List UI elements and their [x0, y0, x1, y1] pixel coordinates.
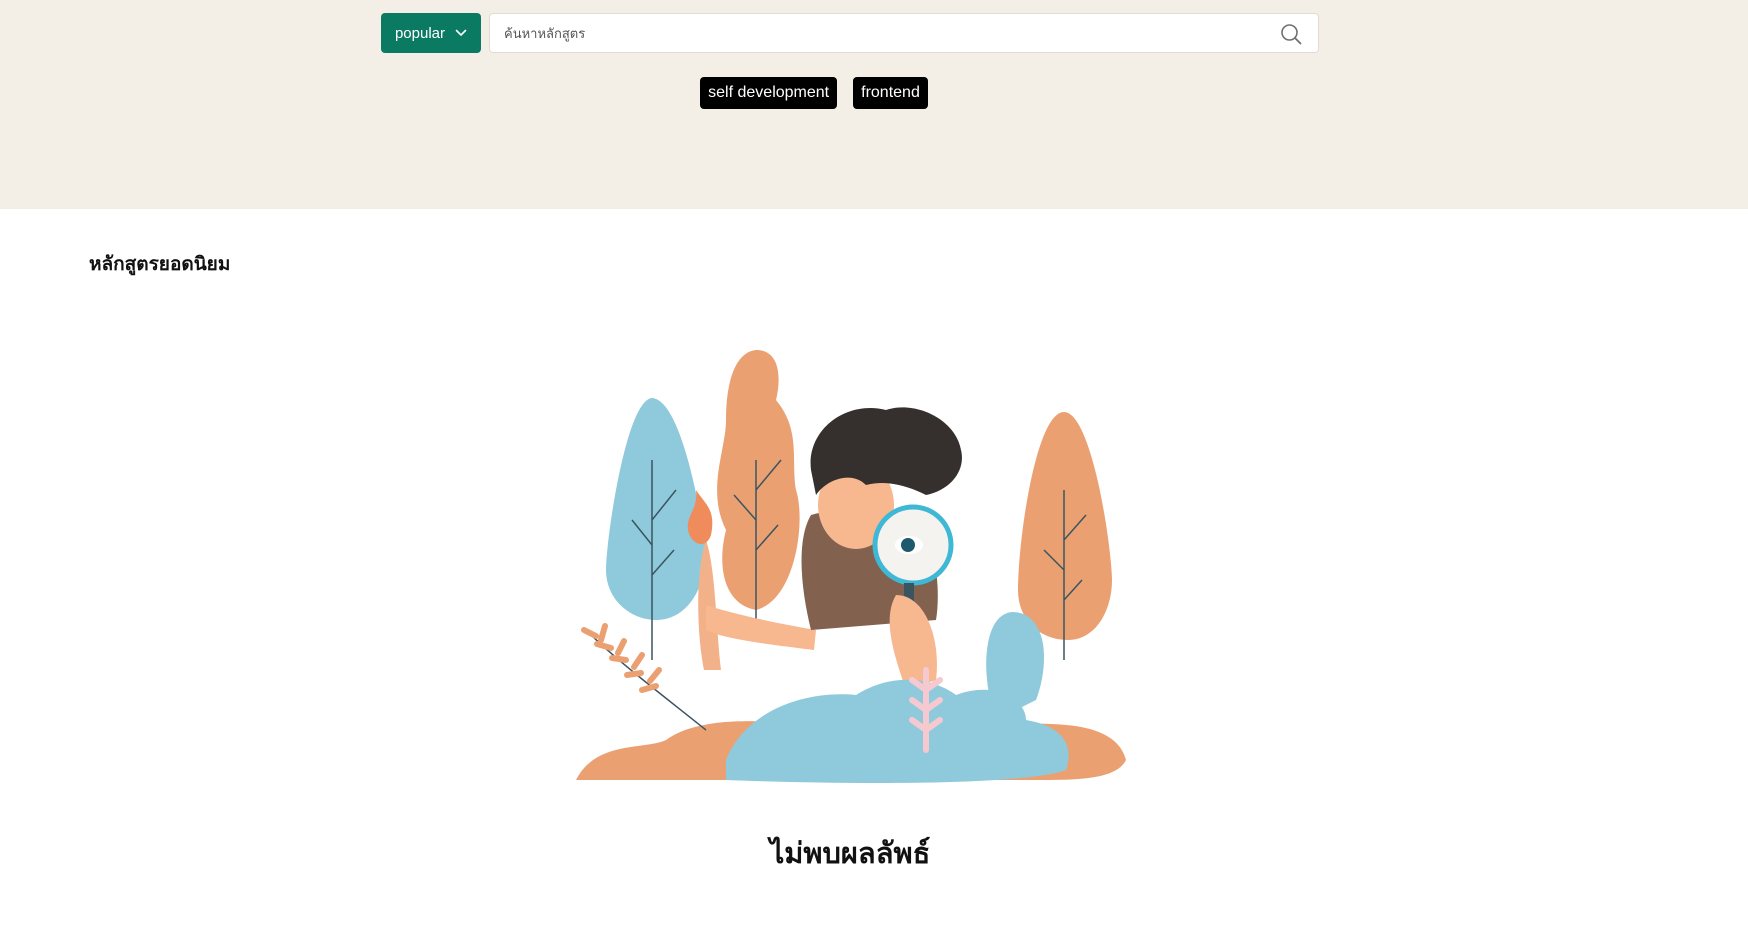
tag-list: self development frontend — [0, 77, 1748, 109]
chevron-down-icon — [455, 29, 467, 36]
search-bar: popular — [381, 13, 1319, 54]
no-results-illustration — [576, 350, 1126, 783]
sort-dropdown-label: popular — [394, 24, 446, 42]
search-icon[interactable] — [1280, 23, 1302, 45]
tag-chip-self-development[interactable]: self development — [700, 77, 838, 109]
sort-dropdown-button[interactable]: popular — [381, 13, 481, 53]
search-field — [489, 13, 1319, 54]
tag-chip-frontend[interactable]: frontend — [853, 77, 928, 109]
section-title: หลักสูตรยอดนิยม — [89, 253, 231, 275]
no-results-message: ไม่พบผลลัพธ์ — [769, 836, 931, 870]
search-input[interactable] — [502, 14, 1266, 54]
